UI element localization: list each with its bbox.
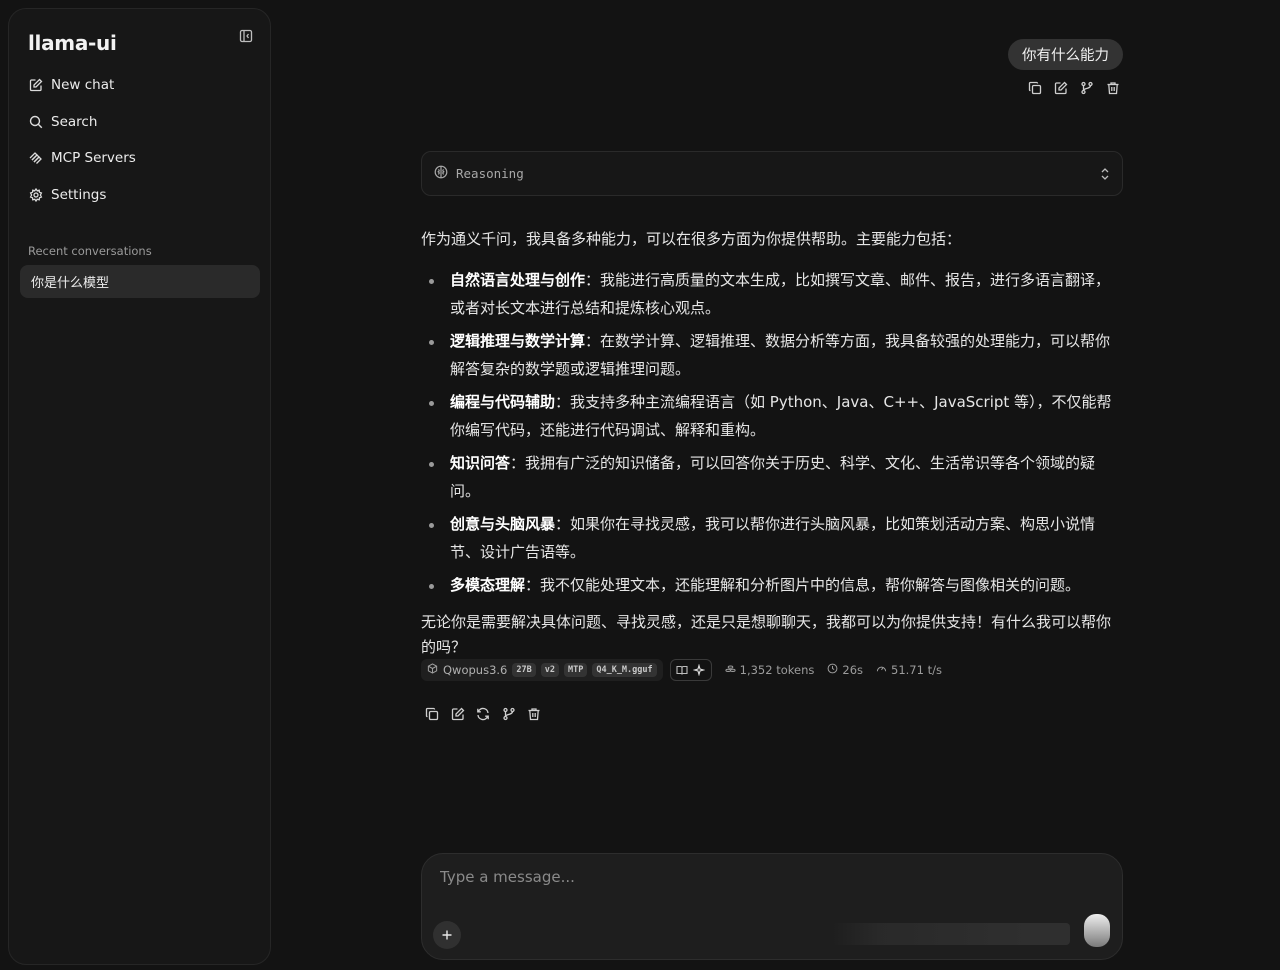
new-chat-button[interactable]: New chat — [21, 67, 261, 103]
nav-label: New chat — [51, 77, 115, 93]
item-title: 多模态理解 — [450, 576, 526, 594]
edit-icon[interactable] — [1053, 80, 1069, 96]
trash-icon[interactable] — [1105, 80, 1121, 96]
list-item: 多模态理解：我不仅能处理文本，还能理解和分析图片中的信息，帮你解答与图像相关的问… — [421, 572, 1125, 600]
assistant-message-actions — [424, 706, 542, 722]
model-tag: 27B — [512, 663, 536, 677]
nav-label: Settings — [51, 186, 107, 203]
model-badge[interactable]: Qwopus3.6 27B v2 MTP Q4_K_M.gguf — [421, 659, 663, 681]
copy-icon[interactable] — [1027, 80, 1043, 96]
answer-outro: 无论你是需要解决具体问题、寻找灵感，还是只是想聊聊天，我都可以为你提供支持！有什… — [421, 612, 1112, 656]
item-text: ：我不仅能处理文本，还能理解和分析图片中的信息，帮你解答与图像相关的问题。 — [525, 576, 1081, 594]
token-count: 1,352 tokens — [725, 663, 815, 677]
model-tag: v2 — [540, 663, 559, 677]
speed-value: 51.71 t/s — [891, 663, 942, 677]
stack-icon — [725, 663, 736, 677]
model-name: Qwopus3.6 — [443, 663, 508, 677]
settings-button[interactable]: Settings — [21, 177, 261, 213]
clock-icon — [827, 663, 838, 677]
mcp-servers-button[interactable]: MCP Servers — [21, 140, 261, 176]
item-title: 自然语言处理与创作 — [450, 271, 586, 289]
item-title: 知识问答 — [450, 454, 511, 472]
search-icon — [28, 114, 43, 129]
recent-conversations-label: Recent conversations — [28, 244, 152, 258]
time-value: 26s — [842, 663, 863, 677]
list-item: 知识问答：我拥有广泛的知识储备，可以回答你关于历史、科学、文化、生活常识等各个领… — [421, 450, 1125, 505]
trash-icon[interactable] — [526, 706, 542, 722]
answer-intro: 作为通义千问，我具备多种能力，可以在很多方面为你提供帮助。主要能力包括： — [421, 230, 962, 248]
sparkle-icon[interactable] — [692, 663, 707, 678]
item-text: ：我拥有广泛的知识储备，可以回答你关于历史、科学、文化、生活常识等各个领域的疑问… — [450, 454, 1096, 500]
gauge-icon — [876, 663, 887, 677]
branch-icon[interactable] — [501, 706, 517, 722]
regenerate-icon[interactable] — [475, 706, 491, 722]
send-button[interactable] — [1084, 914, 1110, 947]
view-options — [669, 659, 712, 681]
reasoning-label: Reasoning — [456, 166, 524, 181]
mcp-icon — [28, 151, 43, 166]
sidebar-toggle-icon[interactable] — [238, 28, 254, 44]
message-input[interactable] — [440, 866, 1080, 888]
search-button[interactable]: Search — [21, 104, 261, 140]
chevron-up-down-icon — [1100, 167, 1110, 181]
edit-icon[interactable] — [450, 706, 466, 722]
attach-button[interactable] — [433, 921, 461, 949]
user-message-bubble: 你有什么能力 — [1008, 39, 1123, 70]
nav-label: Search — [51, 113, 98, 130]
item-title: 创意与头脑风暴 — [450, 515, 556, 533]
model-selector[interactable] — [832, 923, 1070, 945]
model-tag: MTP — [563, 663, 588, 677]
edit-icon — [28, 78, 43, 93]
list-item: 自然语言处理与创作：我能进行高质量的文本生成，比如撰写文章、邮件、报告，进行多语… — [421, 267, 1125, 322]
plus-icon — [441, 926, 453, 945]
sidebar-nav: New chat Search MCP Servers Settings — [21, 67, 261, 213]
branch-icon[interactable] — [1079, 80, 1095, 96]
tokens-value: 1,352 tokens — [739, 663, 815, 677]
sidebar: llama-ui New chat Search MCP Servers Set… — [8, 8, 271, 965]
list-item: 逻辑推理与数学计算：在数学计算、逻辑推理、数据分析等方面，我具备较强的处理能力，… — [421, 328, 1125, 383]
reasoning-toggle[interactable]: Reasoning — [421, 151, 1123, 196]
gear-icon — [28, 187, 43, 202]
brand-title: llama-ui — [28, 31, 117, 55]
message-composer — [421, 853, 1123, 960]
book-icon[interactable] — [675, 663, 690, 678]
item-title: 逻辑推理与数学计算 — [450, 332, 586, 350]
cube-icon — [427, 663, 438, 677]
brain-icon — [434, 164, 448, 183]
app-window: llama-ui New chat Search MCP Servers Set… — [0, 0, 1280, 970]
message-meta: Qwopus3.6 27B v2 MTP Q4_K_M.gguf 1,352 t… — [421, 659, 942, 681]
user-message-actions — [1027, 80, 1121, 96]
assistant-message: 作为通义千问，我具备多种能力，可以在很多方面为你提供帮助。主要能力包括： 自然语… — [421, 227, 1125, 660]
list-item: 编程与代码辅助：我支持多种主流编程语言（如 Python、Java、C++、Ja… — [421, 389, 1125, 444]
item-title: 编程与代码辅助 — [450, 393, 556, 411]
capability-list: 自然语言处理与创作：我能进行高质量的文本生成，比如撰写文章、邮件、报告，进行多语… — [421, 267, 1125, 600]
nav-label: MCP Servers — [51, 150, 136, 167]
generation-time: 26s — [827, 663, 863, 677]
generation-speed: 51.71 t/s — [876, 663, 942, 677]
model-tag: Q4_K_M.gguf — [592, 663, 657, 677]
copy-icon[interactable] — [424, 706, 440, 722]
conversation-item[interactable]: 你是什么模型 — [20, 265, 260, 298]
list-item: 创意与头脑风暴：如果你在寻找灵感，我可以帮你进行头脑风暴，比如策划活动方案、构思… — [421, 511, 1125, 566]
